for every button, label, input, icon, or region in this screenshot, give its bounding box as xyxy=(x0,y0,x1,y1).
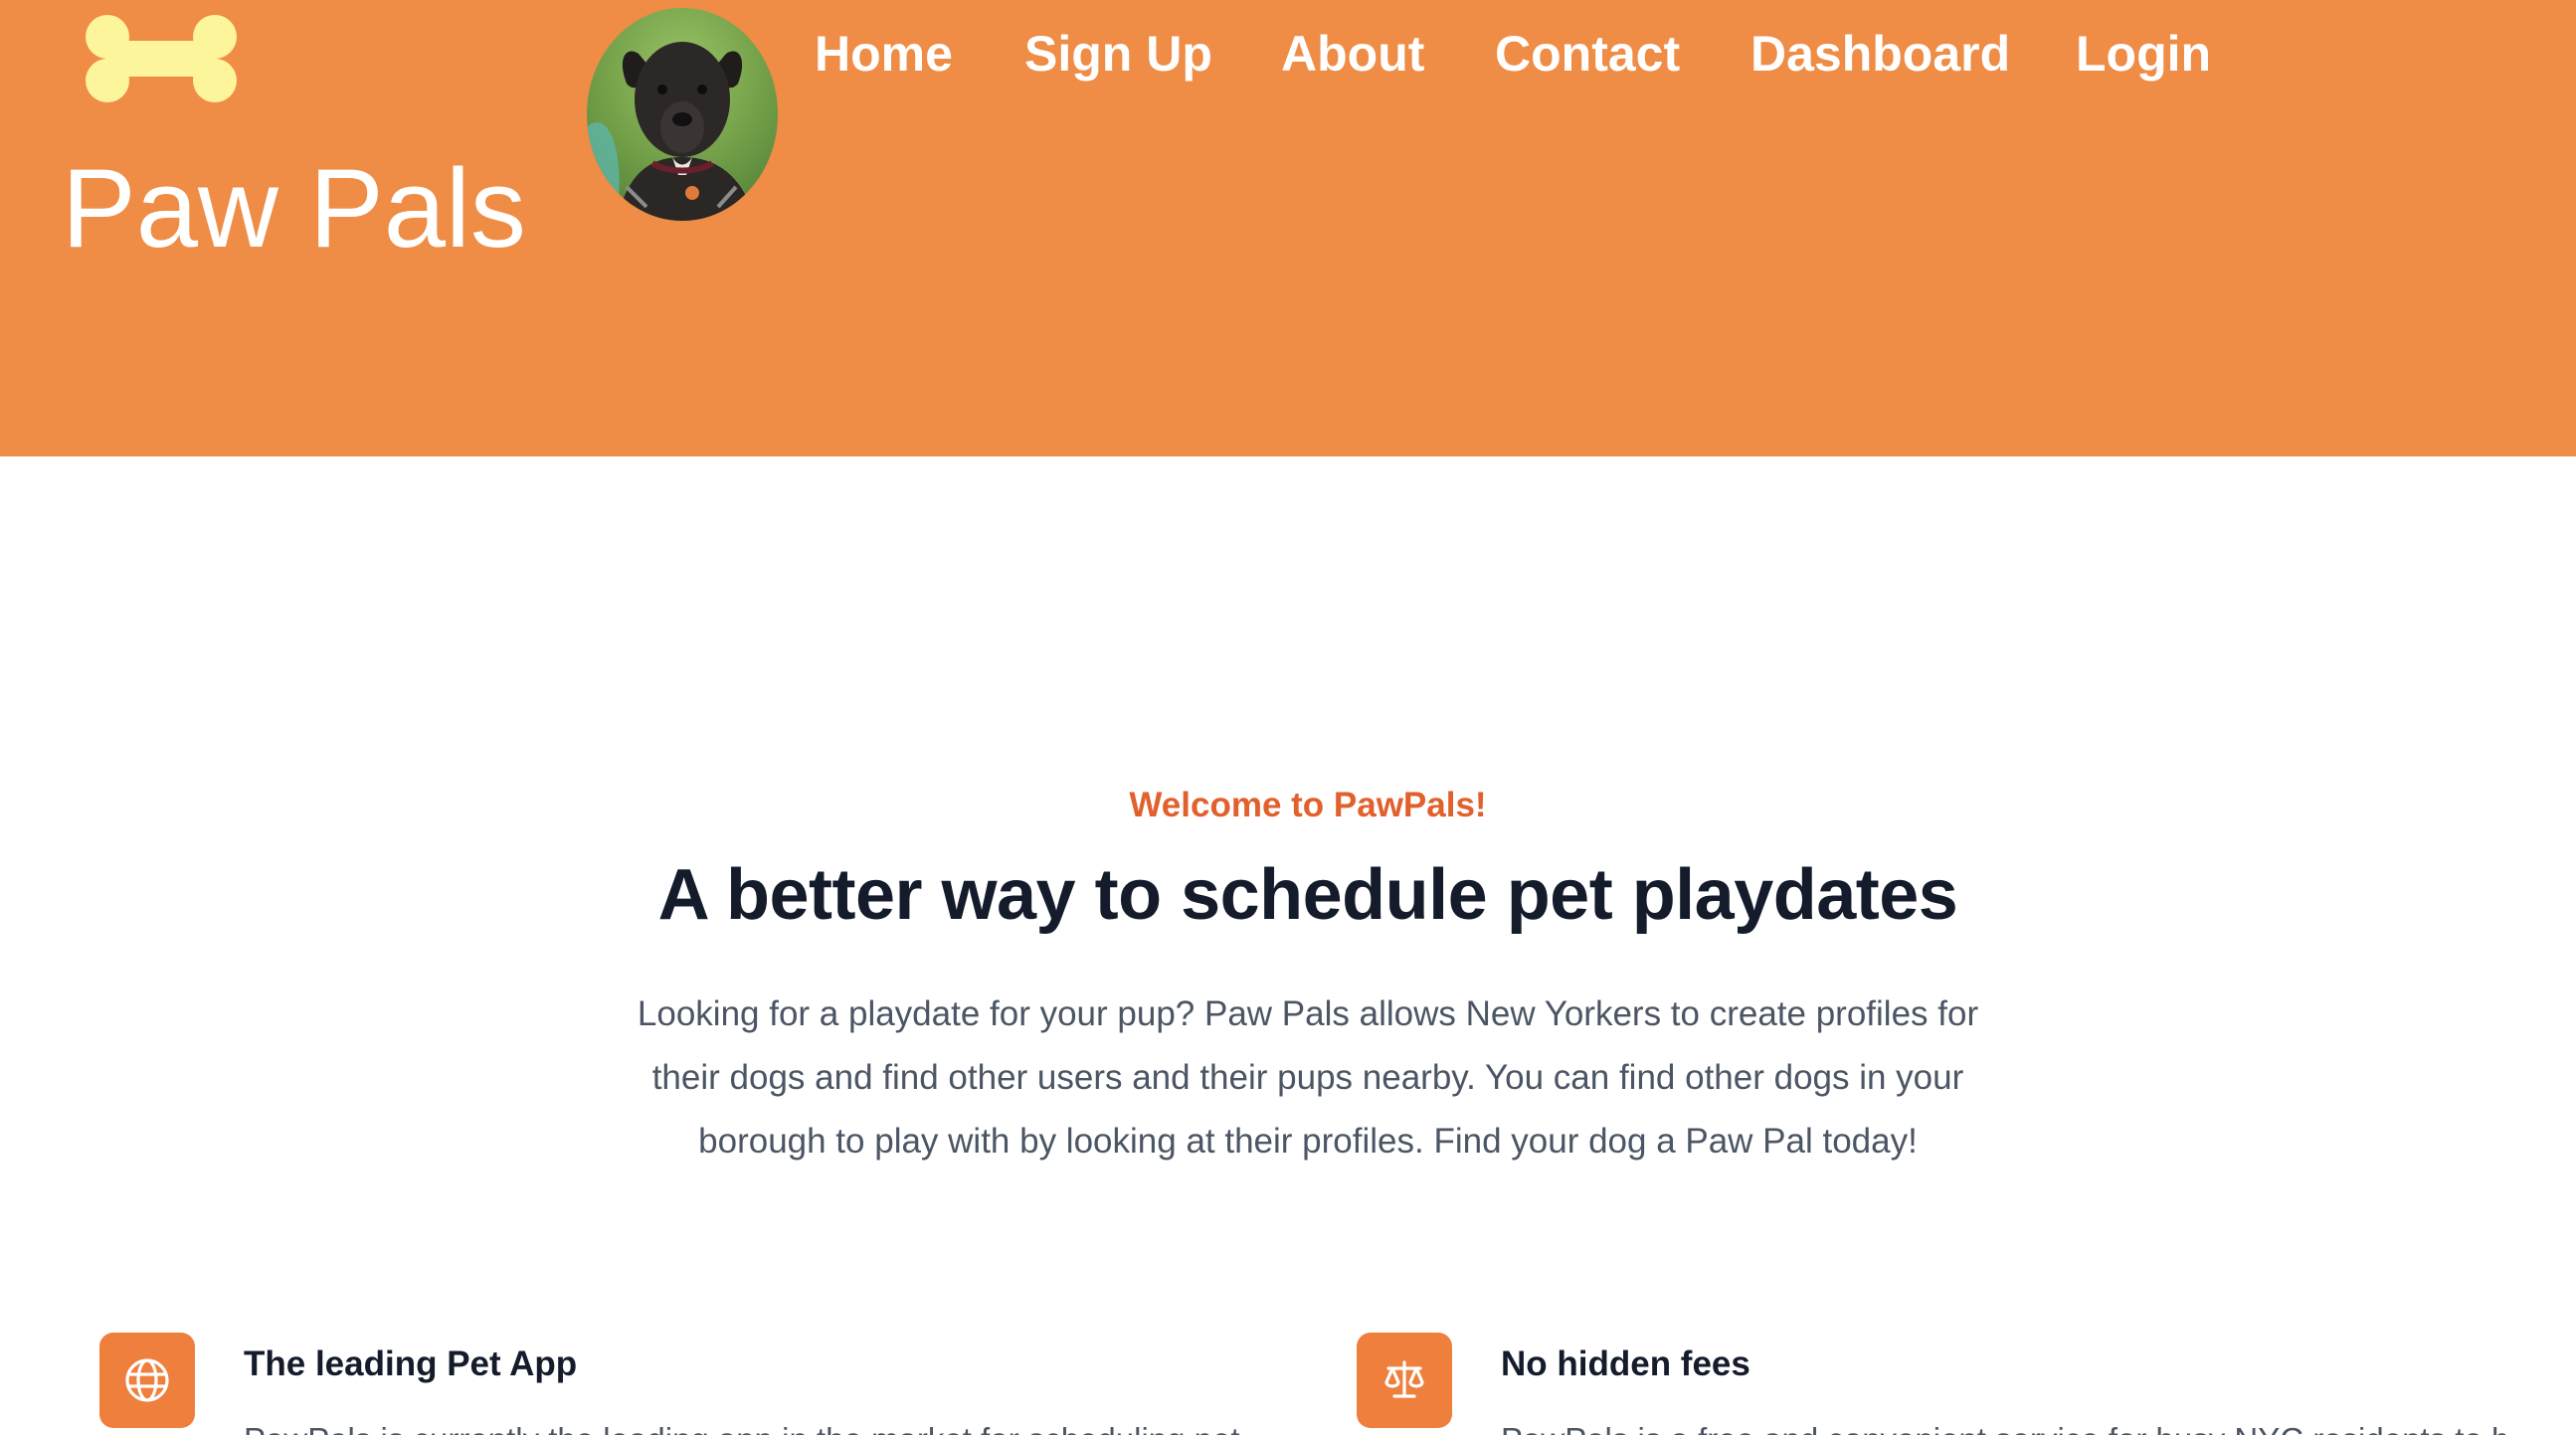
nav-home-link[interactable]: Home xyxy=(815,22,953,86)
nav-login-link[interactable]: Login xyxy=(2076,22,2211,86)
feature-title: The leading Pet App xyxy=(244,1345,578,1383)
page: Paw Pals Home Sign Up About Contact Dash… xyxy=(0,0,2576,1435)
scale-icon xyxy=(1357,1333,1452,1428)
nav-dashboard-link[interactable]: Dashboard xyxy=(1750,22,2010,86)
nav-signup-link[interactable]: Sign Up xyxy=(1024,22,1212,86)
globe-icon xyxy=(99,1333,195,1428)
bone-icon xyxy=(86,15,237,102)
feature-description: PawPals is a free and convenient service… xyxy=(1501,1416,2505,1435)
feature-item: No hidden fees PawPals is a free and con… xyxy=(1357,1331,2505,1435)
site-header: Paw Pals Home Sign Up About Contact Dash… xyxy=(0,0,2576,456)
dog-avatar-image xyxy=(587,8,778,221)
feature-title: No hidden fees xyxy=(1501,1345,1750,1383)
nav-contact-link[interactable]: Contact xyxy=(1495,22,1680,86)
feature-description: PawPals is currently the leading app in … xyxy=(244,1416,1248,1435)
hero-title: A better way to schedule pet playdates xyxy=(657,855,1958,935)
nav-about-link[interactable]: About xyxy=(1281,22,1424,86)
hero-description: Looking for a playdate for your pup? Paw… xyxy=(637,994,1979,1161)
brand-title[interactable]: Paw Pals xyxy=(62,139,526,278)
feature-item: The leading Pet App PawPals is currently… xyxy=(99,1331,1243,1435)
hero-eyebrow: Welcome to PawPals! xyxy=(1129,786,1487,824)
